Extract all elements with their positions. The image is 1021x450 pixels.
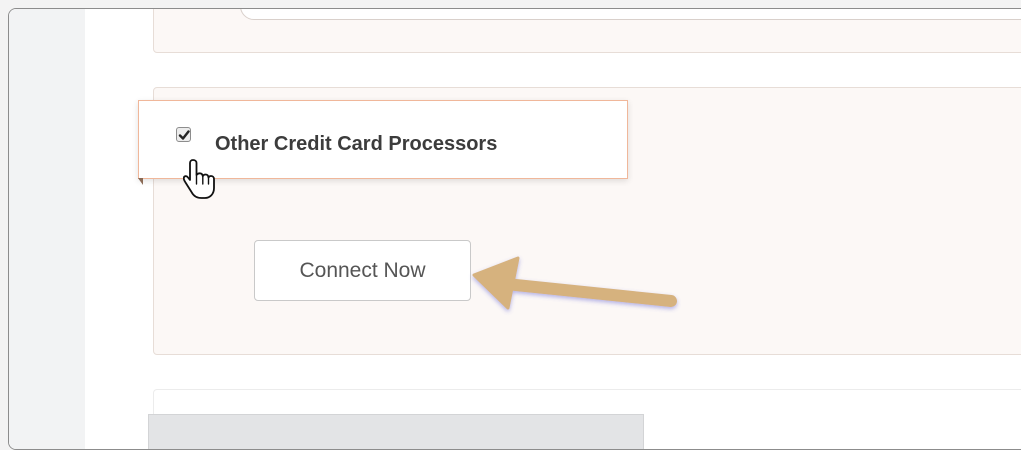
connect-now-button[interactable]: Connect Now — [254, 240, 471, 301]
checkmark-icon — [178, 130, 190, 140]
hand-pointer-cursor-icon — [182, 158, 217, 207]
annotation-arrow-icon — [472, 256, 677, 310]
app-window — [8, 8, 1021, 450]
next-option-panel — [148, 389, 1021, 449]
card-corner-notch — [138, 178, 143, 185]
next-option-header — [148, 414, 644, 449]
option-label: Other Credit Card Processors — [215, 133, 498, 155]
other-processors-checkbox[interactable] — [176, 127, 191, 142]
previous-option-field — [240, 9, 1021, 20]
left-sidebar — [9, 9, 85, 449]
previous-option-panel — [153, 9, 1021, 53]
